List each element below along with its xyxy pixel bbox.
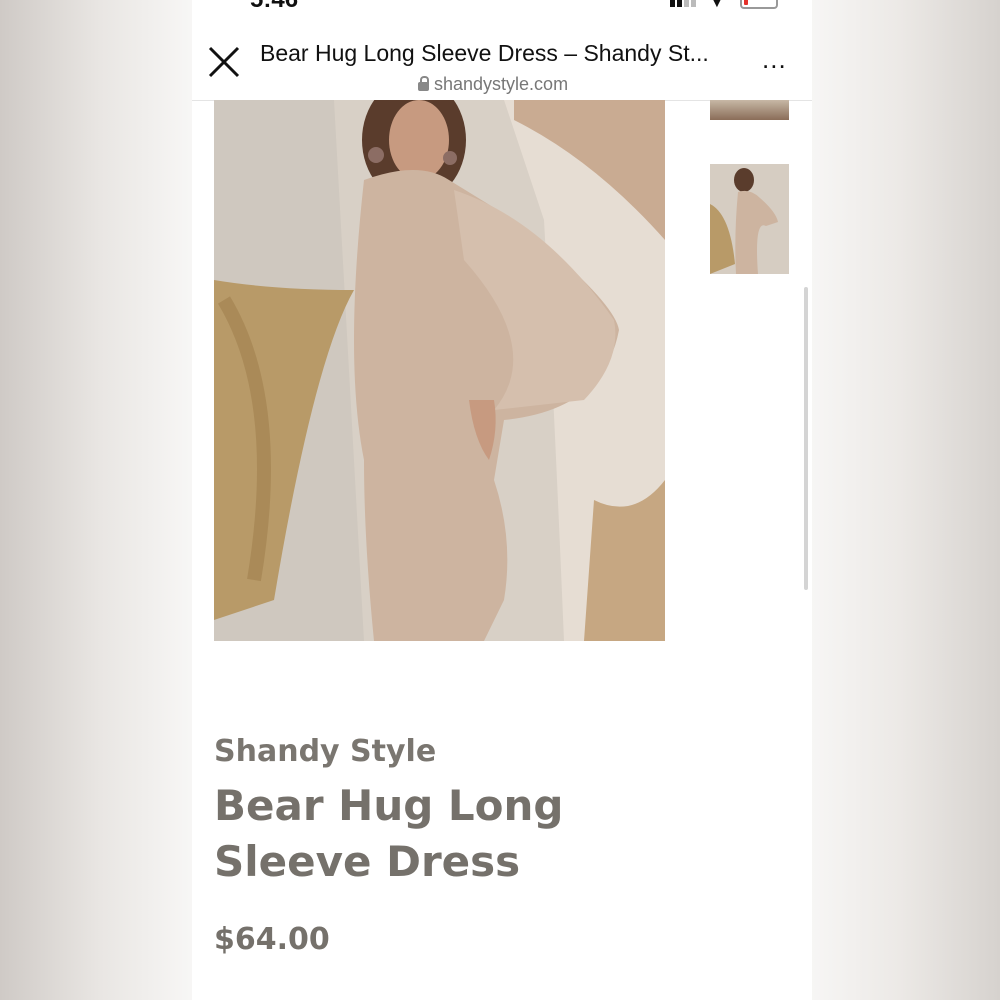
product-thumbnail-side-view[interactable] xyxy=(710,164,789,274)
product-main-image[interactable] xyxy=(214,100,665,641)
more-options-button[interactable]: ... xyxy=(762,44,787,75)
browser-header: Bear Hug Long Sleeve Dress – Shandy St..… xyxy=(192,30,812,101)
phone-screen: 5:46 ▼ Bear Hug Long Sleeve Dress – Shan… xyxy=(192,0,812,1000)
scrollbar[interactable] xyxy=(804,287,808,590)
thumbnail-photo xyxy=(710,164,789,274)
brand-name[interactable]: Shandy Style xyxy=(214,734,436,769)
close-button[interactable] xyxy=(206,44,242,80)
product-photo xyxy=(214,100,665,641)
status-time: 5:46 xyxy=(250,0,298,14)
battery-low-icon xyxy=(740,0,778,9)
page-title: Bear Hug Long Sleeve Dress – Shandy St..… xyxy=(260,40,709,66)
status-bar: 5:46 ▼ xyxy=(192,0,812,14)
url-text: shandystyle.com xyxy=(434,74,569,94)
more-options-icon: ... xyxy=(762,44,787,74)
product-price: $64.00 xyxy=(214,922,330,957)
product-thumbnail-partial[interactable] xyxy=(710,100,789,120)
lock-icon xyxy=(418,76,429,91)
cellular-signal-icon xyxy=(670,0,696,7)
url-display[interactable]: shandystyle.com xyxy=(418,74,568,95)
wifi-icon: ▼ xyxy=(710,0,724,10)
close-icon xyxy=(208,46,240,78)
product-title: Bear Hug Long Sleeve Dress xyxy=(214,781,564,886)
